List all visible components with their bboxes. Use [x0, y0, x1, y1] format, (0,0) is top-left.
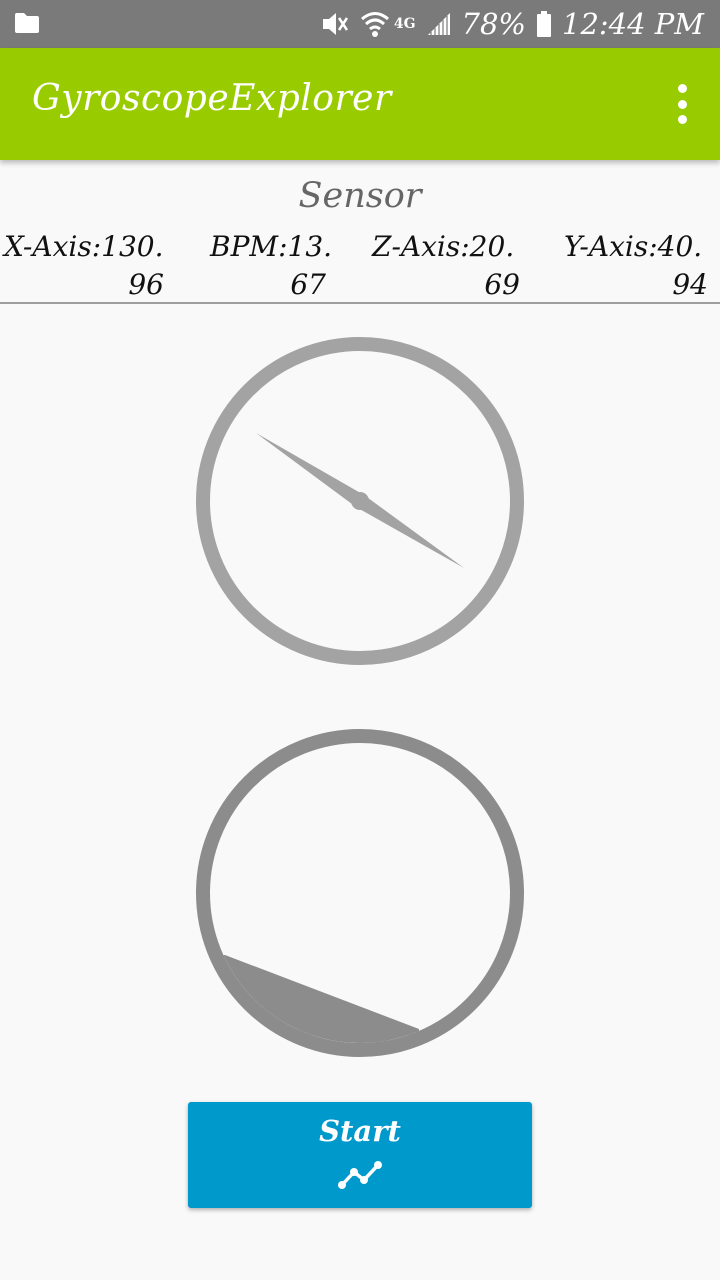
network-type: 4G — [393, 16, 416, 32]
tilt-gauge — [196, 729, 524, 1057]
mute-icon — [322, 13, 348, 35]
battery-icon — [537, 11, 551, 37]
status-bar: 4G 78% 12:44 PM — [0, 0, 720, 48]
app-bar: GyroscopeExplorer — [0, 48, 720, 160]
compass-gauge — [196, 337, 524, 665]
bpm-reading: BPM:13. 67 — [210, 230, 333, 301]
line-chart-icon — [338, 1161, 382, 1189]
wifi-icon — [360, 12, 389, 37]
compass-needle-icon — [256, 433, 464, 568]
status-icons: 4G 78% 12:44 PM — [320, 0, 704, 48]
x-axis-reading: X-Axis:130. 96 — [4, 230, 164, 301]
battery-percent: 78% — [461, 7, 526, 41]
divider — [0, 302, 720, 304]
z-axis-reading: Z-Axis:20. 69 — [372, 230, 520, 301]
start-button-label: Start — [319, 1114, 401, 1148]
sensor-readings: X-Axis:130. 96 BPM:13. 67 Z-Axis:20. 69 … — [0, 228, 720, 302]
y-axis-reading: Y-Axis:40. 94 — [564, 230, 708, 301]
app-title: GyroscopeExplorer — [32, 78, 392, 119]
overflow-menu-icon[interactable] — [676, 84, 688, 124]
sensor-title: Sensor — [298, 176, 422, 216]
signal-icon — [427, 13, 450, 35]
start-button[interactable]: Start — [188, 1102, 532, 1208]
folder-icon — [15, 13, 39, 33]
clock: 12:44 PM — [562, 7, 704, 41]
